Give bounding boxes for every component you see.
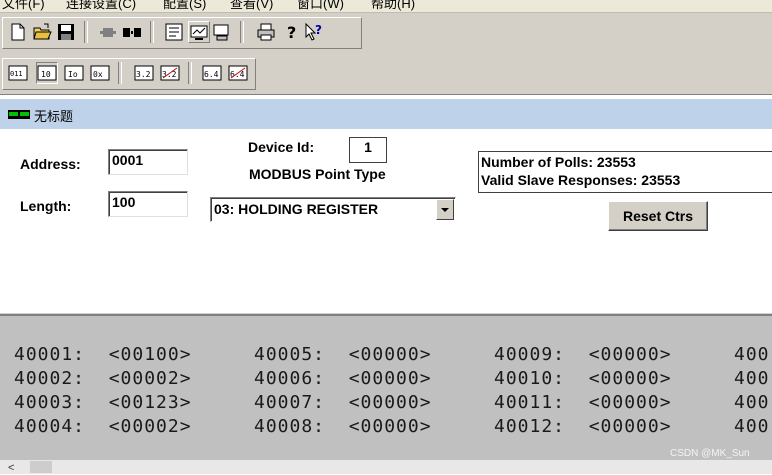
register-cell: 400 — [734, 392, 770, 413]
register-cell: 40011: <00000> — [494, 392, 672, 413]
menu-bar: 文件(F) 连接设置(C) 配置(S) 查看(V) 窗口(W) 帮助(H) — [0, 0, 772, 13]
format-hex-icon[interactable]: 0x — [90, 63, 110, 83]
about-icon[interactable]: ? — [282, 22, 302, 42]
device-id-label: Device Id: — [248, 139, 315, 155]
scroll-thumb[interactable] — [30, 461, 52, 473]
toolbar-separator — [84, 21, 88, 43]
menu-view[interactable]: 查看(V) — [230, 0, 273, 12]
display-icon[interactable] — [188, 21, 210, 43]
poll-stats-box: Number of Polls: 23553 Valid Slave Respo… — [478, 151, 772, 193]
register-cell: 400 — [734, 368, 770, 389]
address-field[interactable]: 0001 — [108, 149, 188, 175]
register-cell: 40007: <00000> — [254, 392, 432, 413]
length-field[interactable]: 100 — [108, 191, 188, 217]
format-6-4-icon[interactable]: 6.4 — [202, 63, 222, 83]
scroll-left-arrow[interactable]: < — [8, 462, 14, 474]
format-toolbar: 011 10 Io 0x 3.2 3.2 6.4 6.4 — [0, 54, 772, 92]
register-cell: 40001: <00100> — [14, 344, 192, 365]
disconnect-icon[interactable] — [122, 22, 142, 42]
main-toolbar: ? ? — [0, 13, 772, 53]
format-011-icon[interactable]: 011 — [8, 63, 28, 83]
poll-definition-icon[interactable] — [164, 22, 184, 42]
format-011-text: 011 — [10, 70, 23, 78]
watermark: CSDN @MK_Sun — [670, 448, 750, 459]
new-document-icon[interactable] — [8, 22, 28, 42]
point-type-value: 03: HOLDING REGISTER — [214, 201, 379, 217]
number-of-polls: Number of Polls: 23553 — [481, 154, 636, 170]
register-cell: 40002: <00002> — [14, 368, 192, 389]
register-cell: 40009: <00000> — [494, 344, 672, 365]
settings-area: Address: 0001 Length: 100 Device Id: 1 M… — [0, 129, 772, 315]
point-type-label: MODBUS Point Type — [249, 166, 386, 182]
open-folder-icon[interactable] — [32, 22, 52, 42]
context-help-icon[interactable]: ? — [304, 22, 324, 42]
register-cell: 40006: <00000> — [254, 368, 432, 389]
connect-icon[interactable] — [98, 22, 118, 42]
toolbar-separator — [188, 62, 192, 84]
menu-window[interactable]: 窗口(W) — [297, 0, 344, 12]
format-fraction-text: Io — [68, 70, 78, 79]
format-3-2-swapped-icon[interactable]: 3.2 — [160, 63, 180, 83]
window-icon — [8, 110, 30, 119]
register-cell: 40008: <00000> — [254, 416, 432, 437]
register-cell: 400 — [734, 344, 770, 365]
format-10-icon[interactable]: 10 — [36, 62, 58, 84]
svg-text:?: ? — [287, 23, 296, 42]
address-label: Address: — [20, 156, 81, 172]
svg-text:?: ? — [315, 23, 322, 37]
dropdown-button[interactable] — [436, 199, 454, 220]
communication-icon[interactable] — [212, 22, 232, 42]
chevron-down-icon — [441, 208, 449, 212]
toolbar-separator — [118, 62, 122, 84]
toolbar-separator — [150, 21, 154, 43]
format-10-text: 10 — [41, 70, 51, 79]
register-cell: 40012: <00000> — [494, 416, 672, 437]
register-cell: 40010: <00000> — [494, 368, 672, 389]
valid-slave-responses: Valid Slave Responses: 23553 — [481, 172, 681, 188]
register-cell: 400 — [734, 416, 770, 437]
horizontal-scrollbar[interactable]: < — [0, 460, 772, 474]
menu-setup[interactable]: 配置(S) — [163, 0, 206, 12]
format-3-2-text: 3.2 — [136, 70, 151, 79]
register-cell: 40004: <00002> — [14, 416, 192, 437]
menu-help[interactable]: 帮助(H) — [371, 0, 415, 12]
register-cell: 40003: <00123> — [14, 392, 192, 413]
point-type-select[interactable]: 03: HOLDING REGISTER — [210, 197, 456, 222]
format-6-4-text: 6.4 — [204, 70, 219, 79]
menu-connection[interactable]: 连接设置(C) — [66, 0, 136, 12]
toolbar-separator — [240, 21, 244, 43]
register-cell: 40005: <00000> — [254, 344, 432, 365]
length-label: Length: — [20, 198, 72, 214]
reset-counters-button[interactable]: Reset Ctrs — [608, 201, 708, 231]
menu-file[interactable]: 文件(F) — [2, 0, 45, 12]
format-3-2-icon[interactable]: 3.2 — [134, 63, 154, 83]
save-icon[interactable] — [56, 22, 76, 42]
window-title: 无标题 — [34, 109, 74, 124]
device-id-field[interactable]: 1 — [349, 137, 387, 163]
format-6-4-swapped-icon[interactable]: 6.4 — [228, 63, 248, 83]
format-hex-text: 0x — [93, 70, 103, 79]
window-titlebar[interactable]: 无标题 — [0, 99, 772, 129]
register-data-panel: 40001: <00100> 40005: <00000> 40009: <00… — [0, 314, 772, 462]
print-icon[interactable] — [256, 22, 276, 42]
format-fraction-icon[interactable]: Io — [64, 63, 84, 83]
